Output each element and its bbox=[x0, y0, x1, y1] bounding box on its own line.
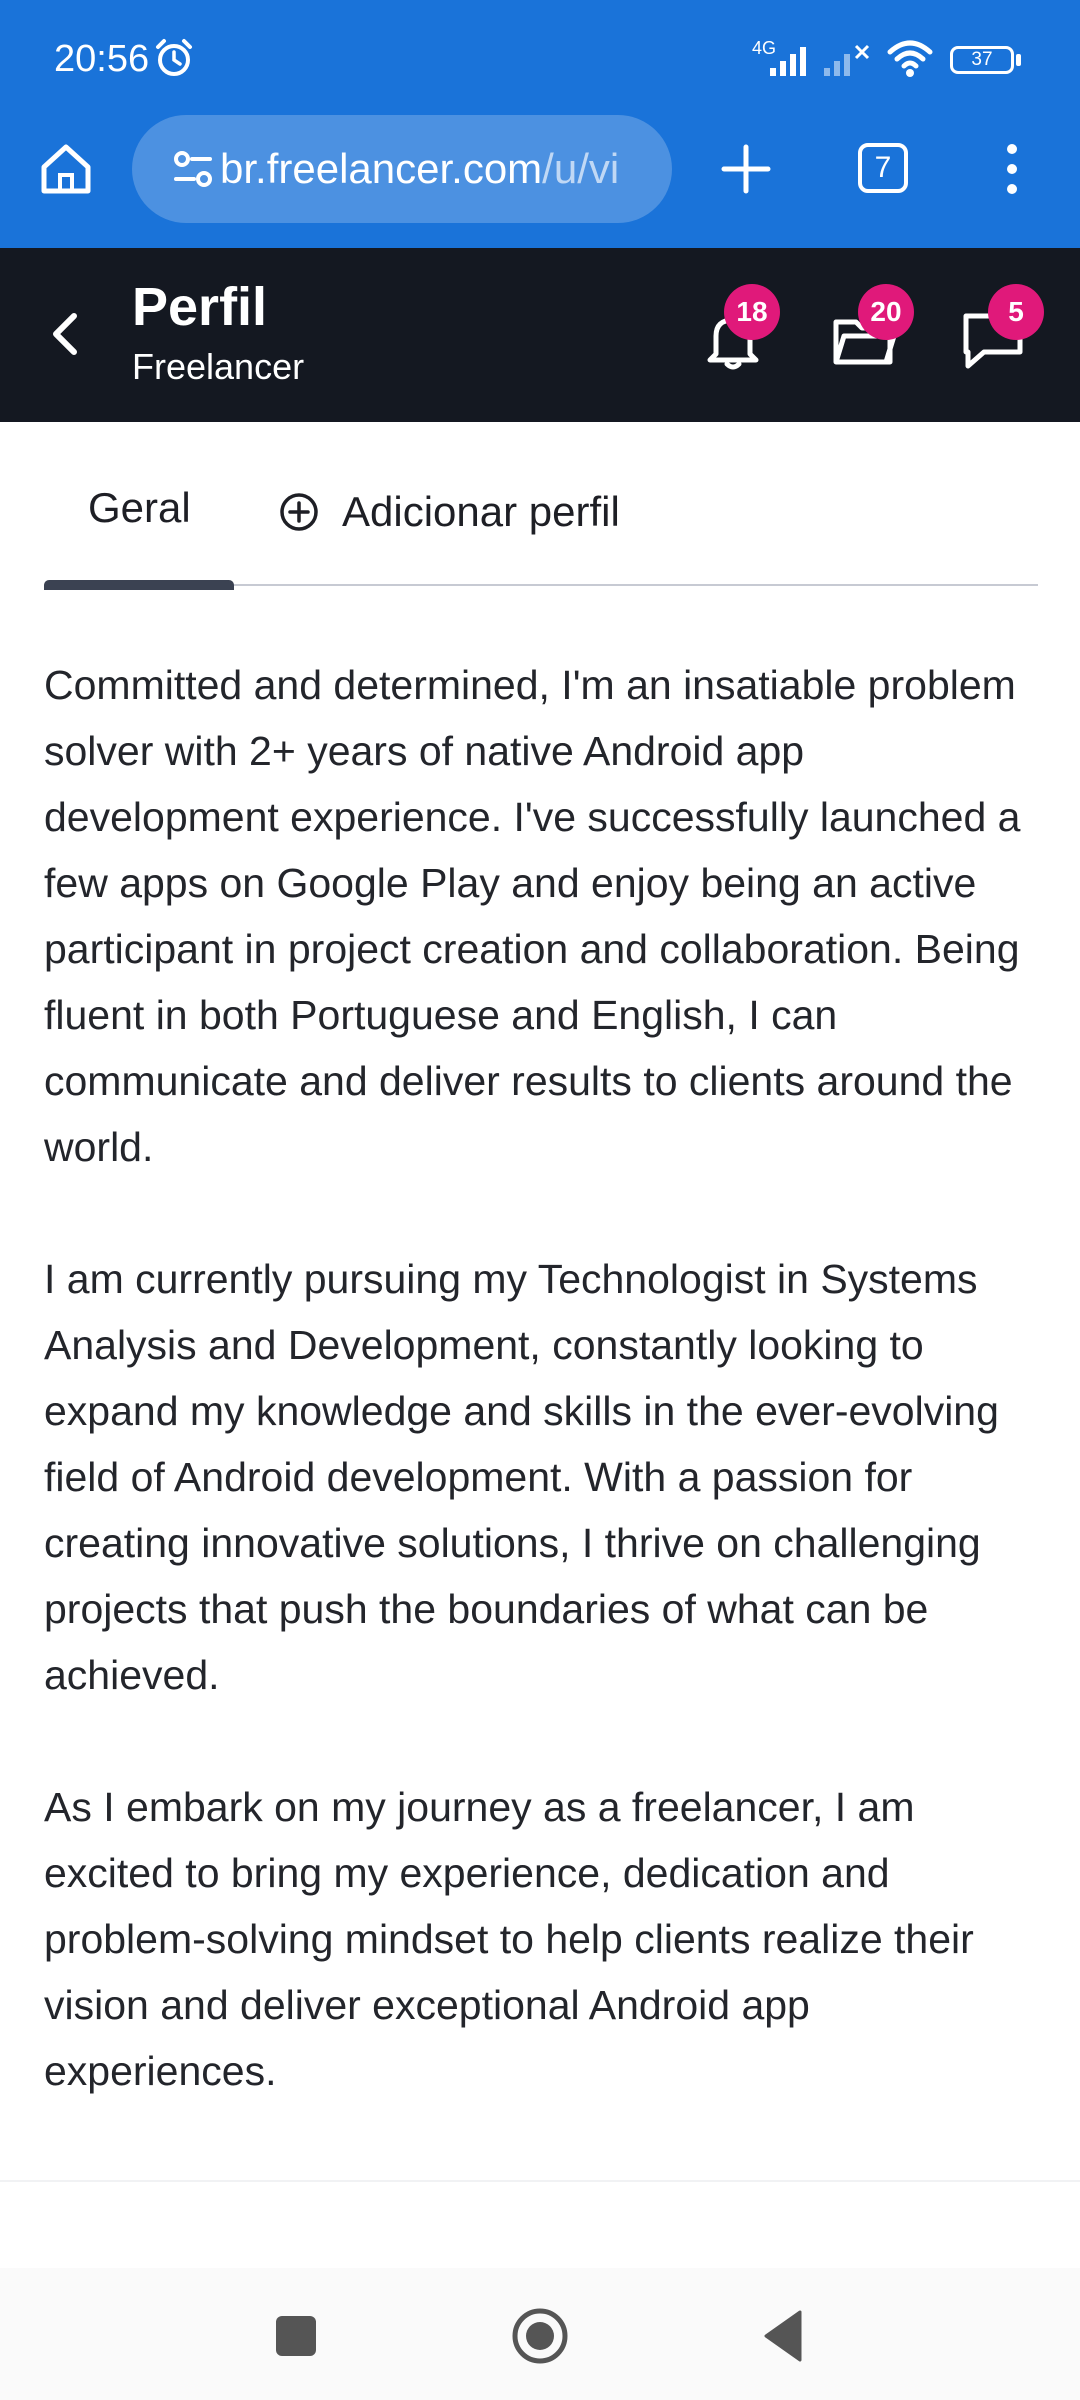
battery-level: 37 bbox=[950, 46, 1014, 74]
description-paragraph: Committed and determined, I'm an insatia… bbox=[44, 662, 1021, 1170]
messages-badge: 5 bbox=[988, 284, 1044, 340]
site-settings-icon[interactable] bbox=[172, 149, 214, 191]
browser-toolbar: br.freelancer.com/u/vi 7 bbox=[0, 115, 1080, 225]
notifications-badge: 18 bbox=[724, 284, 780, 340]
more-vert-icon[interactable] bbox=[990, 137, 1034, 201]
system-nav-bar bbox=[0, 2268, 1080, 2400]
alarm-icon bbox=[156, 39, 192, 76]
battery-icon: 37 bbox=[950, 46, 1021, 74]
messages-button[interactable]: 5 bbox=[958, 284, 1044, 374]
url-host: br.freelancer.com bbox=[220, 145, 543, 192]
tab-switcher-button[interactable]: 7 bbox=[858, 143, 908, 193]
projects-button[interactable]: 20 bbox=[828, 284, 914, 374]
back-arrow-icon[interactable] bbox=[40, 306, 90, 362]
tab-geral[interactable]: Geral bbox=[88, 484, 191, 532]
tab-add-profile[interactable]: Adicionar perfil bbox=[278, 484, 620, 540]
page-title: Perfil bbox=[132, 277, 268, 337]
plus-icon[interactable] bbox=[714, 137, 778, 201]
active-tab-indicator bbox=[44, 580, 234, 590]
tab-add-profile-label: Adicionar perfil bbox=[342, 488, 620, 535]
wifi-icon bbox=[887, 40, 933, 77]
page-subtitle: Freelancer bbox=[132, 346, 305, 387]
browser-chrome: 20:56 4G 37 br.freelancer.com/u/vi 7 bbox=[0, 0, 1080, 248]
home-circle-icon[interactable] bbox=[510, 2306, 570, 2366]
description-paragraph: I am currently pursuing my Technologist … bbox=[44, 1256, 999, 1698]
address-bar[interactable]: br.freelancer.com/u/vi bbox=[132, 115, 672, 223]
signal-icon bbox=[770, 47, 806, 76]
add-circle-icon bbox=[280, 493, 318, 531]
profile-description: Committed and determined, I'm an insatia… bbox=[44, 652, 1044, 2170]
notifications-button[interactable]: 18 bbox=[698, 284, 780, 374]
status-bar: 20:56 4G 37 bbox=[0, 0, 1080, 115]
status-time: 20:56 bbox=[54, 38, 150, 80]
back-triangle-icon[interactable] bbox=[760, 2308, 806, 2364]
description-paragraph: As I embark on my journey as a freelance… bbox=[44, 1784, 974, 2094]
app-header: Perfil Freelancer 18 20 5 bbox=[0, 248, 1080, 422]
url-path: /u/vi bbox=[542, 145, 620, 192]
home-icon[interactable] bbox=[34, 137, 98, 201]
url-text[interactable]: br.freelancer.com/u/vi bbox=[220, 143, 660, 195]
projects-badge: 20 bbox=[858, 284, 914, 340]
profile-tabs: Geral Adicionar perfil bbox=[44, 422, 1038, 592]
content-divider bbox=[0, 2180, 1080, 2182]
signal-x-icon bbox=[824, 44, 870, 76]
recents-icon[interactable] bbox=[276, 2316, 316, 2356]
